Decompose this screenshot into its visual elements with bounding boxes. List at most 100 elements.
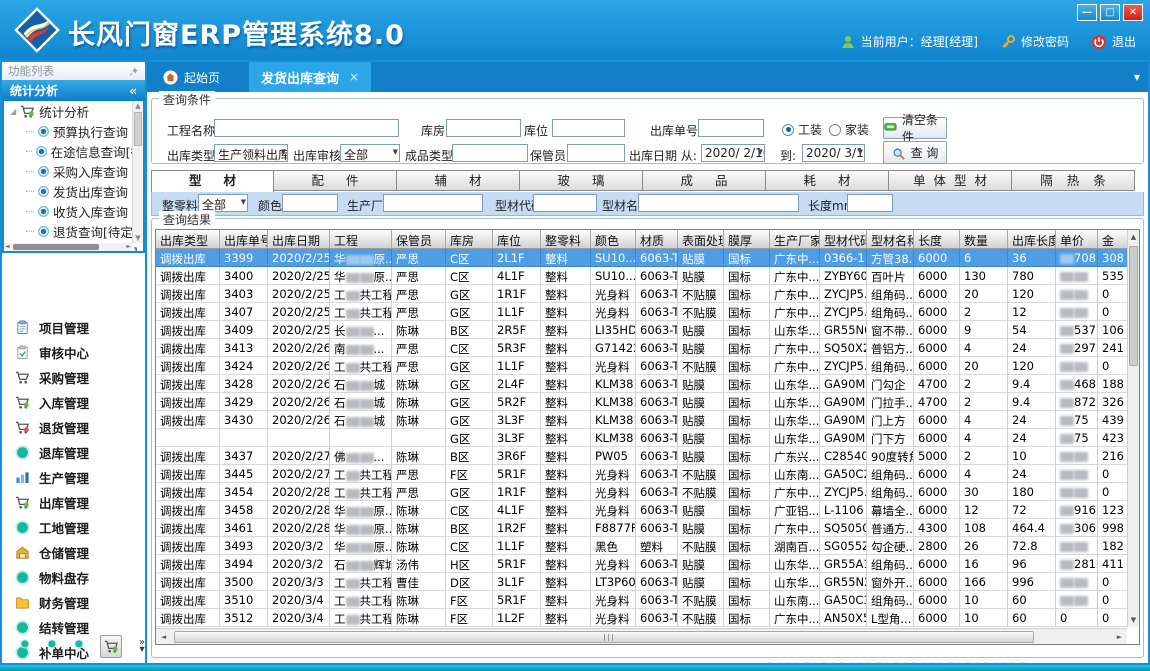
column-header-库位[interactable]: 库位	[493, 230, 541, 248]
material-tab-隔热条[interactable]: 隔热条	[1012, 170, 1135, 191]
scrollbar-thumb[interactable]	[13, 244, 99, 250]
table-row[interactable]: 调拨出库34452020/2/27工共工程严思F区5R1F整料光身料6063-T…	[156, 465, 1138, 483]
radio-work-install[interactable]: 工装	[782, 121, 822, 138]
table-row[interactable]: 调拨出库34072020/2/25工共工程严思G区1L1F整料光身料6063-T…	[156, 303, 1138, 321]
table-row[interactable]: G区3L3F整料KLM38176063-T5贴膜国标山东华...GA90M09.…	[156, 429, 1138, 447]
column-header-库房[interactable]: 库房	[446, 230, 493, 248]
sidebar-section-header[interactable]: 统计分析 «	[2, 80, 145, 101]
sidebar-group-退货管理[interactable]: 退货管理	[2, 415, 145, 440]
tab-shipment-outbound-query[interactable]: 发货出库查询 ×	[249, 62, 371, 92]
date-from-picker[interactable]: 2020/ 2/16	[701, 144, 765, 162]
keeper-input[interactable]	[567, 144, 625, 162]
tree-root-node[interactable]: ◢ 统计分析	[4, 101, 143, 121]
maximize-button[interactable]: □	[1100, 4, 1120, 21]
sidebar-group-生产管理[interactable]: 生产管理	[2, 465, 145, 490]
color-input[interactable]	[282, 194, 338, 212]
collapse-icon[interactable]: «	[129, 84, 137, 98]
column-header-颜色[interactable]: 颜色	[591, 230, 636, 248]
tree-item[interactable]: 采购入库查询	[4, 161, 143, 181]
radio-home-install[interactable]: 家装	[829, 121, 869, 138]
date-to-picker[interactable]: 2020/ 3/16	[802, 144, 865, 162]
column-header-保管员[interactable]: 保管员	[392, 230, 446, 248]
outbound-audit-select[interactable]: 全部	[340, 144, 400, 162]
material-tab-单体型材[interactable]: 单体型材	[889, 170, 1012, 191]
column-header-整零料[interactable]: 整零料	[541, 230, 591, 248]
grid-vertical-scrollbar[interactable]: ▲ ▼	[1127, 230, 1139, 627]
column-header-出库单号[interactable]: 出库单号	[220, 230, 268, 248]
expander-icon[interactable]: ◢	[10, 107, 16, 116]
column-header-单价[interactable]: 单价	[1056, 230, 1098, 248]
table-row[interactable]: 调拨出库34002020/2/25华原...严思C区4L1F整料SU10...6…	[156, 267, 1138, 285]
scroll-down-icon[interactable]: ▼	[133, 233, 143, 243]
scrollbar-thumb[interactable]	[1129, 246, 1138, 366]
whole-piece-select[interactable]: 全部	[198, 194, 248, 212]
toolbar-overflow-button[interactable]: »▾	[139, 639, 145, 653]
scroll-left-icon[interactable]: ◄	[5, 243, 10, 251]
tree-horizontal-scrollbar[interactable]: ◄ ►	[4, 243, 132, 251]
sidebar-group-仓储管理[interactable]: 仓储管理	[2, 540, 145, 565]
minimize-button[interactable]: —	[1077, 4, 1097, 21]
column-header-长度[interactable]: 长度	[914, 230, 960, 248]
scrollbar-thumb[interactable]	[174, 631, 1034, 643]
search-button[interactable]: 查 询	[883, 141, 947, 164]
tab-start-page[interactable]: 起始页	[151, 62, 232, 92]
tree-item[interactable]: 在途信息查询[待	[4, 141, 143, 161]
column-header-型材名称[interactable]: 型材名称	[867, 230, 914, 248]
sidebar-group-退库管理[interactable]: 退库管理	[2, 440, 145, 465]
material-tab-辅材[interactable]: 辅材	[397, 170, 520, 191]
scrollbar-thumb[interactable]	[134, 112, 142, 146]
column-header-生产厂家[interactable]: 生产厂家	[770, 230, 820, 248]
tree-item[interactable]: 退货查询[待定]	[4, 221, 143, 241]
column-header-出库类型[interactable]: 出库类型	[156, 230, 220, 248]
scroll-right-icon[interactable]: ►	[126, 243, 131, 251]
table-row[interactable]: 调拨出库34292020/2/26石城陈琳G区5R2F整料KLM38176063…	[156, 393, 1138, 411]
table-row[interactable]: 调拨出库34242020/2/26工共工程严思G区1L1F整料光身料6063-T…	[156, 357, 1138, 375]
grid-horizontal-scrollbar[interactable]: ◄ ►	[156, 628, 1127, 644]
table-row[interactable]: 调拨出库34282020/2/26石城陈琳G区2L4F整料KLM38176063…	[156, 375, 1138, 393]
scroll-left-icon[interactable]: ◄	[156, 633, 171, 641]
change-password-button[interactable]: 修改密码	[1000, 33, 1069, 50]
logout-button[interactable]: 退出	[1091, 33, 1136, 50]
module-dot-button[interactable]	[47, 639, 57, 653]
sidebar-group-出库管理[interactable]: 出库管理	[2, 490, 145, 515]
column-header-数量[interactable]: 数量	[960, 230, 1008, 248]
table-row[interactable]: 调拨出库34372020/2/27佛...陈琳B区3R6F整料PW056063-…	[156, 447, 1138, 465]
column-header-材质[interactable]: 材质	[636, 230, 678, 248]
material-tab-耗材[interactable]: 耗材	[766, 170, 889, 191]
material-tab-玻璃[interactable]: 玻璃	[520, 170, 643, 191]
table-row[interactable]: 调拨出库34612020/2/28华原...陈琳B区1R2F整料F8877FT6…	[156, 519, 1138, 537]
table-row[interactable]: 调拨出库35122020/3/4工共工程陈琳F区1L2F整料光身料6063-T5…	[156, 609, 1138, 627]
material-tab-成品[interactable]: 成品	[643, 170, 766, 191]
table-row[interactable]: 调拨出库34542020/2/28工共工程严思G区1R1F整料光身料6063-T…	[156, 483, 1138, 501]
table-row[interactable]: 调拨出库33992020/2/25华原...严思C区2L1F整料SU10...6…	[156, 249, 1138, 267]
clear-conditions-button[interactable]: 清空条件	[883, 117, 947, 139]
warehouse-input[interactable]	[446, 119, 521, 137]
cart-module-button[interactable]	[100, 635, 122, 658]
close-button[interactable]: ✕	[1123, 4, 1143, 21]
sidebar-group-项目管理[interactable]: 项目管理	[2, 315, 145, 340]
pin-icon[interactable]	[128, 66, 139, 77]
scroll-up-icon[interactable]: ▲	[133, 101, 143, 111]
table-row[interactable]: 调拨出库35102020/3/4工共工程陈琳F区5R1F整料光身料6063-T5…	[156, 591, 1138, 609]
sidebar-group-工地管理[interactable]: 工地管理	[2, 515, 145, 540]
tree-item[interactable]: 收货入库查询	[4, 201, 143, 221]
column-header-型材代码[interactable]: 型材代码	[820, 230, 867, 248]
table-row[interactable]: 调拨出库34302020/2/26石城陈琳G区3L3F整料KLM38176063…	[156, 411, 1138, 429]
product-type-input[interactable]	[452, 144, 528, 162]
material-tab-配件[interactable]: 配件	[274, 170, 397, 191]
table-row[interactable]: 调拨出库34032020/2/25工共工程严思G区1R1F整料光身料6063-T…	[156, 285, 1138, 303]
table-row[interactable]: 调拨出库34942020/3/2石辉城汤伟H区5R1F整料光身料6063-T5贴…	[156, 555, 1138, 573]
sidebar-group-物料盘存[interactable]: 物料盘存	[2, 565, 145, 590]
column-header-膜厚[interactable]: 膜厚	[724, 230, 770, 248]
outbound-order-no-input[interactable]	[698, 119, 764, 137]
sidebar-group-审核中心[interactable]: 审核中心	[2, 340, 145, 365]
tab-list-dropdown-icon[interactable]: ▼	[1134, 73, 1140, 82]
tree-item[interactable]: 预算执行查询	[4, 121, 143, 141]
table-row[interactable]: 调拨出库34582020/2/28华原...陈琳C区4L1F整料光身料6063-…	[156, 501, 1138, 519]
manufacturer-input[interactable]	[383, 194, 483, 212]
project-name-input[interactable]	[214, 119, 399, 137]
column-header-表面处理[interactable]: 表面处理	[678, 230, 724, 248]
profile-name-input[interactable]	[638, 194, 799, 212]
sidebar-group-入库管理[interactable]: 入库管理	[2, 390, 145, 415]
column-header-工程[interactable]: 工程	[330, 230, 392, 248]
